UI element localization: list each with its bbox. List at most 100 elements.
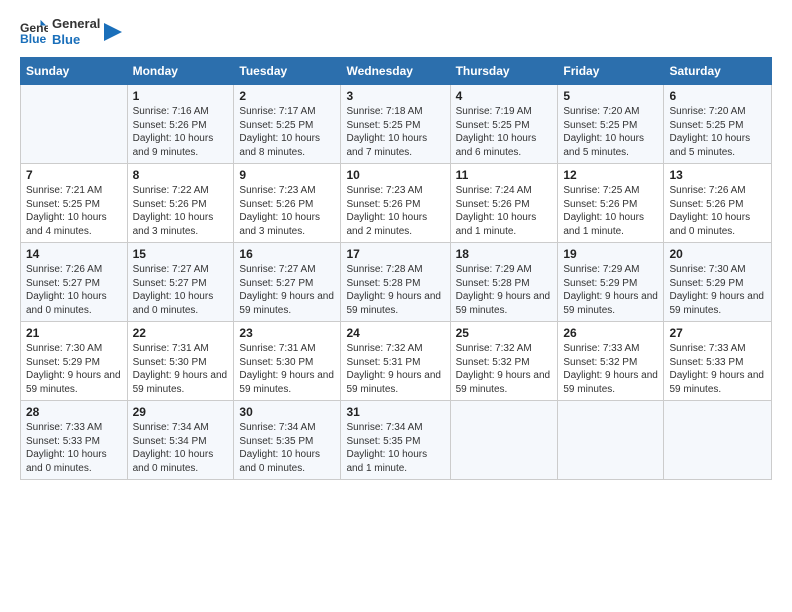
day-info: Sunrise: 7:23 AMSunset: 5:26 PMDaylight:…: [239, 184, 335, 238]
day-cell: 8 Sunrise: 7:22 AMSunset: 5:26 PMDaylight…: [127, 164, 234, 243]
day-info: Sunrise: 7:16 AMSunset: 5:26 PMDaylight:…: [133, 105, 229, 159]
day-number: 24: [346, 326, 444, 340]
day-cell: 5Sunrise: 7:20 AMSunset: 5:25 PMDaylight…: [558, 85, 664, 164]
day-info: Sunrise: 7:22 AMSunset: 5:26 PMDaylight:…: [133, 184, 229, 238]
week-row-5: 28 Sunrise: 7:33 AMSunset: 5:33 PMDayligh…: [21, 401, 772, 480]
day-info: Sunrise: 7:27 AMSunset: 5:27 PMDaylight:…: [133, 263, 229, 317]
day-cell: 12 Sunrise: 7:25 AMSunset: 5:26 PMDayligh…: [558, 164, 664, 243]
day-info: Sunrise: 7:33 AMSunset: 5:32 PMDaylight:…: [563, 342, 658, 396]
day-cell: 25 Sunrise: 7:32 AMSunset: 5:32 PMDayligh…: [450, 322, 558, 401]
day-number: 22: [133, 326, 229, 340]
day-info: Sunrise: 7:32 AMSunset: 5:32 PMDaylight:…: [456, 342, 553, 396]
day-number: 4: [456, 89, 553, 103]
day-cell: 30 Sunrise: 7:34 AMSunset: 5:35 PMDayligh…: [234, 401, 341, 480]
day-cell: [450, 401, 558, 480]
day-cell: 29Sunrise: 7:34 AMSunset: 5:34 PMDayligh…: [127, 401, 234, 480]
week-row-1: 1 Sunrise: 7:16 AMSunset: 5:26 PMDaylight…: [21, 85, 772, 164]
day-cell: 3 Sunrise: 7:18 AMSunset: 5:25 PMDaylight…: [341, 85, 450, 164]
day-number: 26: [563, 326, 658, 340]
day-number: 23: [239, 326, 335, 340]
logo: General Blue General Blue: [20, 16, 122, 47]
weekday-header-friday: Friday: [558, 58, 664, 85]
day-cell: 9 Sunrise: 7:23 AMSunset: 5:26 PMDaylight…: [234, 164, 341, 243]
day-number: 12: [563, 168, 658, 182]
day-number: 15: [133, 247, 229, 261]
day-info: Sunrise: 7:20 AMSunset: 5:25 PMDaylight:…: [669, 105, 766, 159]
day-info: Sunrise: 7:33 AMSunset: 5:33 PMDaylight:…: [26, 421, 122, 475]
day-cell: 26 Sunrise: 7:33 AMSunset: 5:32 PMDayligh…: [558, 322, 664, 401]
day-info: Sunrise: 7:29 AMSunset: 5:29 PMDaylight:…: [563, 263, 658, 317]
day-cell: 23 Sunrise: 7:31 AMSunset: 5:30 PMDayligh…: [234, 322, 341, 401]
day-number: 7: [26, 168, 122, 182]
day-cell: 7 Sunrise: 7:21 AMSunset: 5:25 PMDaylight…: [21, 164, 128, 243]
day-number: 20: [669, 247, 766, 261]
day-number: 30: [239, 405, 335, 419]
day-cell: 4 Sunrise: 7:19 AMSunset: 5:25 PMDaylight…: [450, 85, 558, 164]
weekday-header-saturday: Saturday: [664, 58, 772, 85]
day-info: Sunrise: 7:33 AMSunset: 5:33 PMDaylight:…: [669, 342, 766, 396]
day-cell: 13 Sunrise: 7:26 AMSunset: 5:26 PMDayligh…: [664, 164, 772, 243]
day-cell: 11 Sunrise: 7:24 AMSunset: 5:26 PMDayligh…: [450, 164, 558, 243]
weekday-header-tuesday: Tuesday: [234, 58, 341, 85]
day-number: 16: [239, 247, 335, 261]
weekday-header-wednesday: Wednesday: [341, 58, 450, 85]
day-number: 11: [456, 168, 553, 182]
logo-blue: Blue: [52, 32, 100, 48]
day-info: Sunrise: 7:34 AMSunset: 5:34 PMDaylight:…: [133, 421, 229, 475]
day-number: 31: [346, 405, 444, 419]
day-number: 27: [669, 326, 766, 340]
day-cell: 17Sunrise: 7:28 AMSunset: 5:28 PMDayligh…: [341, 243, 450, 322]
day-info: Sunrise: 7:18 AMSunset: 5:25 PMDaylight:…: [346, 105, 444, 159]
day-info: Sunrise: 7:30 AMSunset: 5:29 PMDaylight:…: [26, 342, 122, 396]
day-cell: 19 Sunrise: 7:29 AMSunset: 5:29 PMDayligh…: [558, 243, 664, 322]
day-info: Sunrise: 7:25 AMSunset: 5:26 PMDaylight:…: [563, 184, 658, 238]
day-cell: [664, 401, 772, 480]
day-info: Sunrise: 7:34 AMSunset: 5:35 PMDaylight:…: [239, 421, 335, 475]
day-info: Sunrise: 7:31 AMSunset: 5:30 PMDaylight:…: [133, 342, 229, 396]
day-info: Sunrise: 7:26 AMSunset: 5:27 PMDaylight:…: [26, 263, 122, 317]
day-cell: 21Sunrise: 7:30 AMSunset: 5:29 PMDayligh…: [21, 322, 128, 401]
day-cell: 18Sunrise: 7:29 AMSunset: 5:28 PMDayligh…: [450, 243, 558, 322]
page-container: General Blue General Blue SundayMondayTu…: [0, 0, 792, 490]
day-number: 8: [133, 168, 229, 182]
day-number: 3: [346, 89, 444, 103]
day-cell: 28 Sunrise: 7:33 AMSunset: 5:33 PMDayligh…: [21, 401, 128, 480]
day-number: 25: [456, 326, 553, 340]
day-cell: 1 Sunrise: 7:16 AMSunset: 5:26 PMDaylight…: [127, 85, 234, 164]
day-cell: 24 Sunrise: 7:32 AMSunset: 5:31 PMDayligh…: [341, 322, 450, 401]
weekday-header-row: SundayMondayTuesdayWednesdayThursdayFrid…: [21, 58, 772, 85]
week-row-4: 21Sunrise: 7:30 AMSunset: 5:29 PMDayligh…: [21, 322, 772, 401]
day-cell: 16Sunrise: 7:27 AMSunset: 5:27 PMDayligh…: [234, 243, 341, 322]
day-info: Sunrise: 7:30 AMSunset: 5:29 PMDaylight:…: [669, 263, 766, 317]
day-cell: [558, 401, 664, 480]
day-cell: 27 Sunrise: 7:33 AMSunset: 5:33 PMDayligh…: [664, 322, 772, 401]
day-number: 9: [239, 168, 335, 182]
weekday-header-monday: Monday: [127, 58, 234, 85]
day-number: 5: [563, 89, 658, 103]
logo-icon: General Blue: [20, 18, 48, 46]
svg-text:Blue: Blue: [20, 32, 47, 46]
day-info: Sunrise: 7:28 AMSunset: 5:28 PMDaylight:…: [346, 263, 444, 317]
day-info: Sunrise: 7:23 AMSunset: 5:26 PMDaylight:…: [346, 184, 444, 238]
day-info: Sunrise: 7:32 AMSunset: 5:31 PMDaylight:…: [346, 342, 444, 396]
day-cell: 20 Sunrise: 7:30 AMSunset: 5:29 PMDayligh…: [664, 243, 772, 322]
day-info: Sunrise: 7:24 AMSunset: 5:26 PMDaylight:…: [456, 184, 553, 238]
day-info: Sunrise: 7:26 AMSunset: 5:26 PMDaylight:…: [669, 184, 766, 238]
week-row-2: 7 Sunrise: 7:21 AMSunset: 5:25 PMDaylight…: [21, 164, 772, 243]
day-number: 28: [26, 405, 122, 419]
day-info: Sunrise: 7:19 AMSunset: 5:25 PMDaylight:…: [456, 105, 553, 159]
day-number: 13: [669, 168, 766, 182]
day-cell: 15 Sunrise: 7:27 AMSunset: 5:27 PMDayligh…: [127, 243, 234, 322]
week-row-3: 14 Sunrise: 7:26 AMSunset: 5:27 PMDayligh…: [21, 243, 772, 322]
day-number: 19: [563, 247, 658, 261]
day-info: Sunrise: 7:31 AMSunset: 5:30 PMDaylight:…: [239, 342, 335, 396]
logo-general: General: [52, 16, 100, 32]
day-cell: 10Sunrise: 7:23 AMSunset: 5:26 PMDayligh…: [341, 164, 450, 243]
day-number: 1: [133, 89, 229, 103]
day-number: 14: [26, 247, 122, 261]
day-info: Sunrise: 7:34 AMSunset: 5:35 PMDaylight:…: [346, 421, 444, 475]
day-cell: [21, 85, 128, 164]
day-info: Sunrise: 7:29 AMSunset: 5:28 PMDaylight:…: [456, 263, 553, 317]
day-info: Sunrise: 7:21 AMSunset: 5:25 PMDaylight:…: [26, 184, 122, 238]
day-number: 6: [669, 89, 766, 103]
